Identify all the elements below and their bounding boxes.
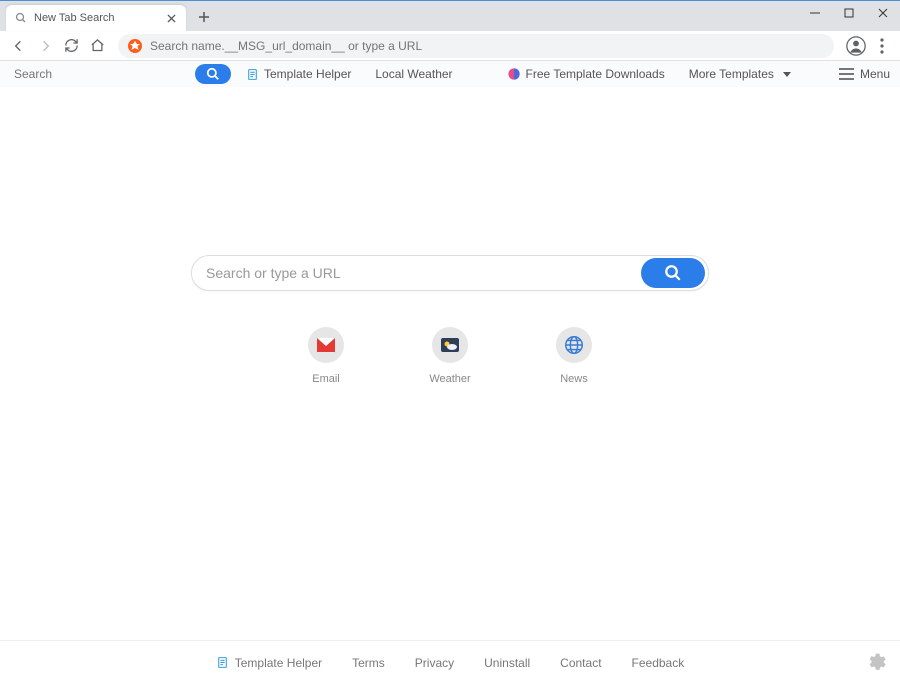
shortcut-email[interactable]: Email (291, 327, 361, 385)
shortcuts-row: Email Weather News (291, 327, 609, 385)
window-close-button[interactable] (866, 1, 900, 25)
main-search-input[interactable] (192, 265, 641, 281)
template-helper-link[interactable]: Template Helper (245, 67, 351, 81)
shortcut-weather[interactable]: Weather (415, 327, 485, 385)
address-bar (0, 31, 900, 61)
footer-privacy-link[interactable]: Privacy (415, 656, 454, 670)
tab-title: New Tab Search (34, 12, 164, 24)
back-button[interactable] (8, 35, 30, 57)
local-weather-link[interactable]: Local Weather (375, 67, 452, 81)
main-search-button[interactable] (641, 258, 705, 288)
browser-menu-button[interactable] (872, 34, 892, 58)
home-button[interactable] (86, 35, 108, 57)
more-templates-label: More Templates (689, 67, 774, 81)
email-icon (308, 327, 344, 363)
close-tab-icon[interactable] (164, 11, 178, 25)
swirl-icon (507, 67, 521, 81)
reload-button[interactable] (60, 35, 82, 57)
free-templates-label: Free Template Downloads (526, 67, 665, 81)
settings-gear-button[interactable] (866, 652, 886, 672)
local-weather-label: Local Weather (375, 67, 452, 81)
footer-feedback-link[interactable]: Feedback (632, 656, 685, 670)
ext-search-button[interactable] (195, 64, 231, 84)
extension-toolbar: Template Helper Local Weather Free Templ… (0, 61, 900, 88)
ext-search-box[interactable] (10, 64, 195, 84)
new-tab-button[interactable] (196, 9, 212, 25)
chevron-down-icon (783, 72, 791, 77)
ext-menu-label: Menu (860, 67, 890, 81)
site-favicon-icon (128, 39, 142, 53)
footer-template-helper-link[interactable]: Template Helper (216, 656, 322, 670)
ext-menu-button[interactable]: Menu (839, 67, 890, 81)
document-icon (245, 67, 259, 81)
footer-contact-link[interactable]: Contact (560, 656, 601, 670)
search-icon (14, 11, 28, 25)
forward-button[interactable] (34, 35, 56, 57)
footer-link-label: Template Helper (235, 656, 322, 670)
browser-tab[interactable]: New Tab Search (6, 5, 186, 31)
shortcut-news[interactable]: News (539, 327, 609, 385)
ext-search-input[interactable] (10, 67, 195, 81)
omnibox-input[interactable] (150, 39, 824, 53)
document-icon (216, 656, 229, 669)
weather-icon (432, 327, 468, 363)
omnibox[interactable] (118, 34, 834, 58)
page-content: Email Weather News (0, 87, 900, 640)
footer-terms-link[interactable]: Terms (352, 656, 385, 670)
window-controls (798, 1, 900, 25)
more-templates-dropdown[interactable]: More Templates (689, 67, 791, 81)
window-minimize-button[interactable] (798, 1, 832, 25)
window-maximize-button[interactable] (832, 1, 866, 25)
main-search-container (191, 255, 709, 291)
window-titlebar: New Tab Search (0, 1, 900, 31)
footer-uninstall-link[interactable]: Uninstall (484, 656, 530, 670)
globe-icon (556, 327, 592, 363)
page-footer: Template Helper Terms Privacy Uninstall … (0, 640, 900, 684)
shortcut-label: News (560, 373, 588, 385)
template-helper-label: Template Helper (264, 67, 351, 81)
shortcut-label: Email (312, 373, 340, 385)
hamburger-icon (839, 68, 854, 80)
profile-button[interactable] (844, 34, 868, 58)
main-search-box[interactable] (191, 255, 709, 291)
shortcut-label: Weather (429, 373, 470, 385)
free-templates-link[interactable]: Free Template Downloads (507, 67, 665, 81)
